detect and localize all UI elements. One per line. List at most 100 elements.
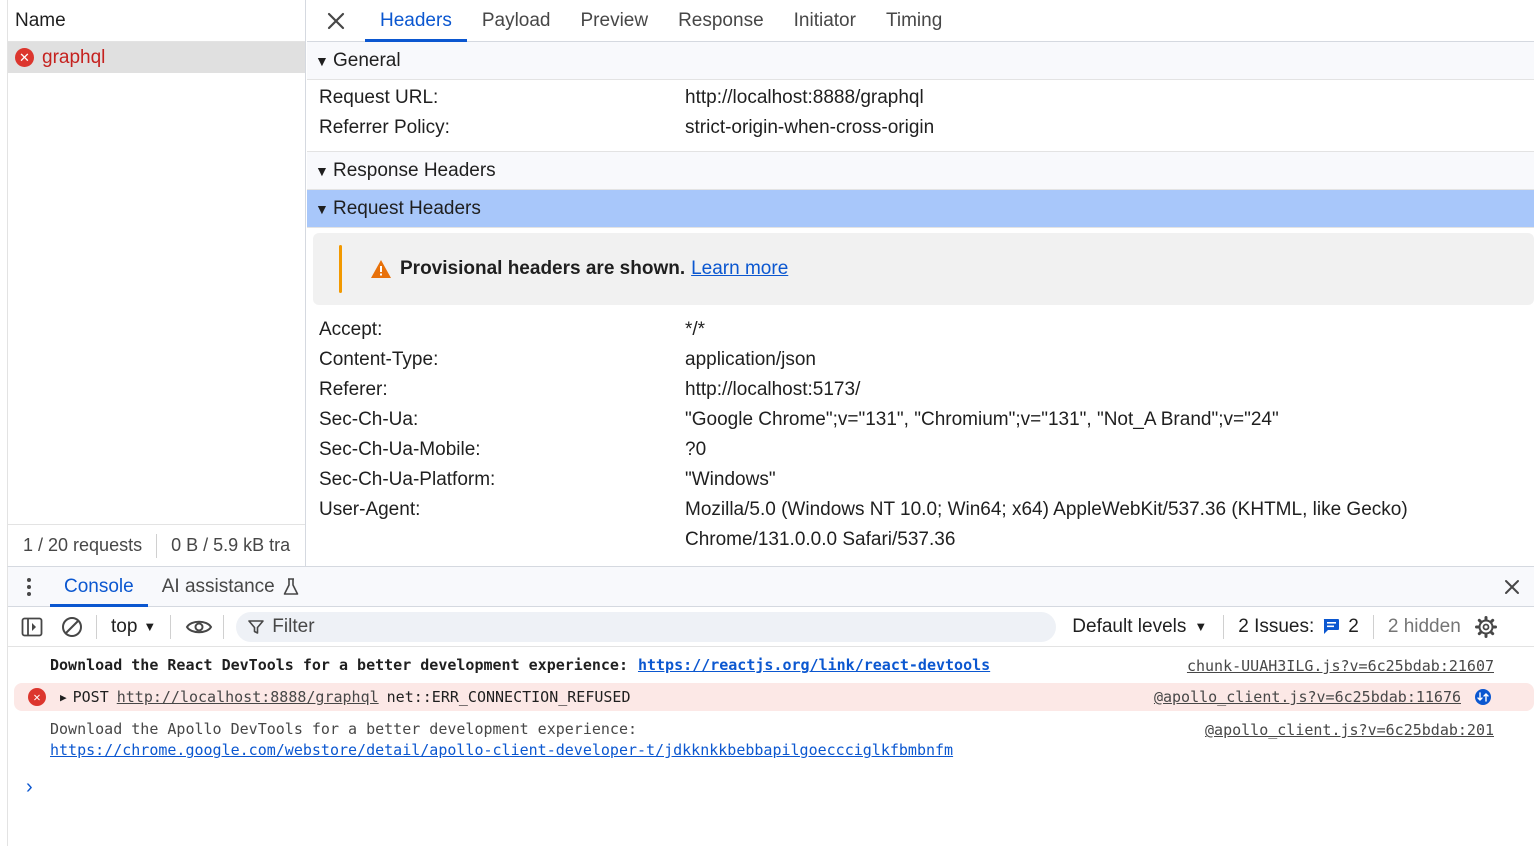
learn-more-link[interactable]: Learn more [691,258,788,280]
context-selector[interactable]: top ▼ [101,616,166,638]
toolbar-divider [1372,614,1374,639]
request-headers-body: Accept: */* Content-Type: application/js… [307,310,1534,555]
close-details-button[interactable] [307,0,365,41]
gear-icon [1474,615,1497,638]
footer-divider [156,533,158,558]
triangle-down-icon: ▼ [315,162,329,179]
console-drawer: Console AI assistance top ▼ Filter Defau… [7,566,1534,846]
header-value: ?0 [685,439,707,460]
header-row: User-Agent: Mozilla/5.0 (Windows NT 10.0… [307,495,1534,525]
tab-label: Console [64,575,134,597]
close-icon [1505,580,1519,594]
response-headers-section-header[interactable]: ▼ Response Headers [307,152,1534,190]
message-source-link[interactable]: @apollo_client.js?v=6c25bdab:11676 [1154,688,1461,706]
request-method: POST [72,688,109,706]
header-key: Sec-Ch-Ua-Platform: [319,469,496,490]
header-row: Referer: http://localhost:5173/ [307,375,1534,405]
tab-ai-assistance[interactable]: AI assistance [148,567,313,606]
toolbar-divider [1223,614,1225,639]
header-key: Sec-Ch-Ua: [319,409,419,430]
log-levels-dropdown[interactable]: Default levels ▼ [1056,616,1219,638]
warning-text: Provisional headers are shown. [400,258,686,279]
close-icon [327,12,345,29]
clear-console-button[interactable] [52,607,92,647]
issues-button[interactable]: 2 Issues: 2 [1228,616,1369,638]
tab-payload[interactable]: Payload [467,0,566,41]
dropdown-arrow-icon: ▼ [1194,619,1208,634]
name-column-label: Name [15,9,66,31]
expand-triangle-icon[interactable]: ▶ [60,691,67,704]
header-row: Sec-Ch-Ua-Platform: "Windows" [307,465,1534,495]
general-section-body: Request URL: http://localhost:8888/graph… [307,80,1534,152]
triangle-down-icon: ▼ [315,52,329,69]
error-icon: ✕ [15,48,34,67]
provisional-headers-warning: Provisional headers are shown. Learn mor… [313,233,1534,305]
header-key: Content-Type: [319,349,439,370]
console-message-log: Download the Apollo DevTools for a bette… [8,711,1534,763]
drawer-tab-bar: Console AI assistance [8,567,1534,607]
close-drawer-button[interactable] [1496,567,1528,607]
console-prompt[interactable]: › [8,763,1534,799]
header-value: "Windows" [685,469,776,490]
header-value: Chrome/131.0.0.0 Safari/537.36 [685,529,956,550]
flask-icon [283,577,299,595]
request-row-graphql[interactable]: ✕ graphql [8,42,305,73]
request-url-link[interactable]: http://localhost:8888/graphql [117,688,379,706]
header-key: Sec-Ch-Ua-Mobile: [319,439,481,460]
tab-response[interactable]: Response [663,0,779,41]
header-key: Referer: [319,379,388,400]
header-key: Referrer Policy: [319,117,450,138]
header-key: User-Agent: [319,499,421,520]
filter-icon [248,619,265,634]
header-row: Accept: */* [307,315,1534,345]
tab-console[interactable]: Console [50,567,148,607]
message-link[interactable]: https://chrome.google.com/webstore/detai… [50,741,1534,759]
tab-initiator[interactable]: Initiator [779,0,871,41]
section-title: Request Headers [333,197,481,219]
console-settings-button[interactable] [1471,607,1501,647]
message-source-link[interactable]: @apollo_client.js?v=6c25bdab:201 [1205,721,1494,739]
message-link[interactable]: https://reactjs.org/link/react-devtools [638,656,990,674]
message-source-link[interactable]: chunk-UUAH3ILG.js?v=6c25bdab:21607 [1187,657,1494,675]
tab-headers[interactable]: Headers [365,0,467,42]
error-icon: ✕ [28,688,46,706]
console-filter-input[interactable]: Filter [236,611,1057,642]
network-request-icon[interactable] [1474,688,1492,706]
warning-accent-bar [339,245,342,293]
section-title: Response Headers [333,159,496,181]
eye-icon [186,620,213,633]
more-vertical-icon [27,577,31,596]
transferred-size: 0 B / 5.9 kB tra [171,535,291,555]
general-section-header[interactable]: ▼ General [307,42,1534,80]
message-text: Download the React DevTools for a better… [50,656,628,674]
message-text: Download the Apollo DevTools for a bette… [50,720,637,738]
request-headers-section-header[interactable]: ▼ Request Headers [307,190,1534,228]
block-icon [62,616,82,637]
header-row: Content-Type: application/json [307,345,1534,375]
header-row: Sec-Ch-Ua-Mobile: ?0 [307,435,1534,465]
header-value: strict-origin-when-cross-origin [685,117,935,138]
console-message-error[interactable]: ✕ ▶ POST http://localhost:8888/graphql n… [14,683,1534,711]
details-tab-bar: Headers Payload Preview Response Initiat… [307,0,1534,42]
warning-icon [371,260,391,278]
context-value: top [111,615,138,637]
tab-timing[interactable]: Timing [871,0,957,41]
header-value: "Google Chrome";v="131", "Chromium";v="1… [685,409,1279,430]
header-value: application/json [685,349,816,370]
live-expression-button[interactable] [179,607,219,647]
issues-count: 2 [1348,615,1359,637]
header-key: Accept: [319,319,383,340]
section-title: General [333,49,401,71]
console-message-log: Download the React DevTools for a better… [8,647,1534,683]
toggle-sidebar-button[interactable] [12,607,52,647]
filter-placeholder: Filter [272,615,315,637]
message-icon [1324,619,1340,634]
tab-preview[interactable]: Preview [566,0,664,41]
header-row-continuation: Chrome/131.0.0.0 Safari/537.36 [307,525,1534,555]
header-value: Mozilla/5.0 (Windows NT 10.0; Win64; x64… [685,499,1408,520]
name-column-header[interactable]: Name [8,0,305,42]
request-list-panel: Name ✕ graphql 1 / 20 requests 0 B / 5.9… [7,0,306,566]
drawer-menu-button[interactable] [8,567,50,606]
hidden-messages-count: 2 hidden [1387,615,1461,637]
sidebar-toggle-icon [21,617,43,636]
